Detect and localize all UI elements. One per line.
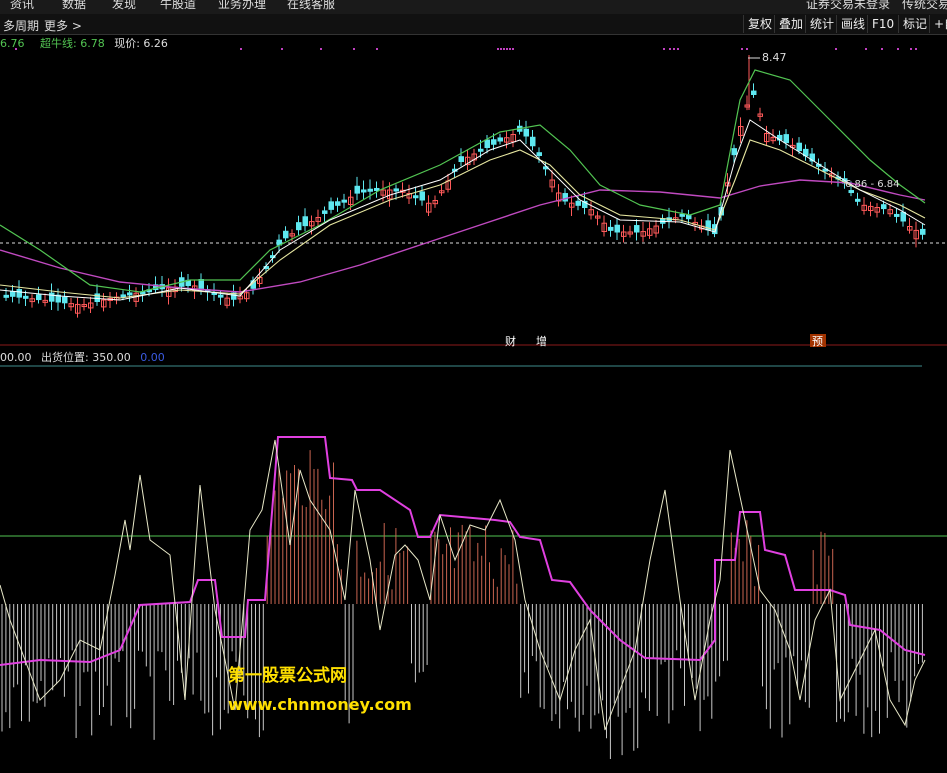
candle-body [536,152,542,157]
top-dot [915,48,917,50]
candle-body [367,188,373,192]
candle-body [413,195,419,199]
top-dot [240,48,242,50]
top-dot [376,48,378,50]
candle-body [575,200,581,206]
high-price-marker: 8.47 [762,51,787,64]
candle-body [49,292,55,302]
candle-body [3,294,9,298]
candle-body [36,294,42,301]
candle-body [783,134,789,144]
candle-body [419,191,425,201]
main-top-dots [15,48,917,50]
candle-body [855,198,861,202]
ma-mid-line [0,139,926,299]
top-dot [910,48,912,50]
candle-body [900,211,906,222]
top-dot [669,48,671,50]
candle-body [634,225,640,233]
top-dot [506,48,508,50]
candle-body [530,136,536,147]
candle-body [679,213,685,217]
candle-body [751,90,757,95]
candle-body [16,289,22,298]
range-marker: 6.86 - 6.84 [845,179,900,190]
candle-body [283,230,289,239]
top-dot [509,48,511,50]
watermark-title: 第一股票公式网 [228,666,347,686]
event-forecast[interactable]: 预 [812,335,823,348]
candle-body [296,222,302,231]
top-dot [835,48,837,50]
candle-body [374,187,380,191]
candle-body [354,185,360,194]
candle-body [62,296,68,304]
candle-body [322,210,328,214]
candle-body [484,139,490,149]
candle-body [608,226,614,231]
top-dot [512,48,514,50]
chart-canvas[interactable]: 8.47 6.86 - 6.84 财 增 预 [0,0,947,773]
candle-body [497,137,503,142]
candle-body [335,201,341,206]
top-dot [320,48,322,50]
candle-body [848,190,854,194]
top-dot [881,48,883,50]
candle-body [393,188,399,192]
event-finance[interactable]: 财 [505,334,516,348]
candle-body [796,142,802,152]
candle-body [302,216,308,227]
watermark-url: www.chnmoney.com [228,695,412,714]
top-dot [353,48,355,50]
top-dot [663,48,665,50]
candle-body [120,294,126,298]
top-dot [503,48,505,50]
top-dot [741,48,743,50]
candle-body [920,228,926,235]
top-dot [497,48,499,50]
candle-body [731,148,737,156]
candle-body [198,279,204,289]
candle-body [458,156,464,162]
event-increase[interactable]: 增 [536,334,547,348]
candle-body [614,224,620,233]
top-dot [500,48,502,50]
top-dot [15,48,17,50]
candle-body [218,294,224,298]
top-dot [865,48,867,50]
top-dot [897,48,899,50]
candle-body [10,291,16,297]
candle-body [127,292,133,296]
candle-body [491,139,497,145]
candle-body [894,213,900,217]
top-dot [746,48,748,50]
candle-body [478,148,484,152]
candle-body [523,128,529,137]
candle-body [361,189,367,193]
candlestick-series [3,55,926,318]
top-dot [677,48,679,50]
ma-green-line [0,69,926,293]
moving-average-lines [0,69,926,301]
candle-body [881,204,887,210]
candle-body [562,193,568,202]
candle-body [686,214,692,220]
candle-body [341,199,347,203]
top-dot [281,48,283,50]
ma-purple-line [0,179,926,293]
candle-body [23,295,29,299]
top-dot [673,48,675,50]
candle-body [328,201,334,210]
